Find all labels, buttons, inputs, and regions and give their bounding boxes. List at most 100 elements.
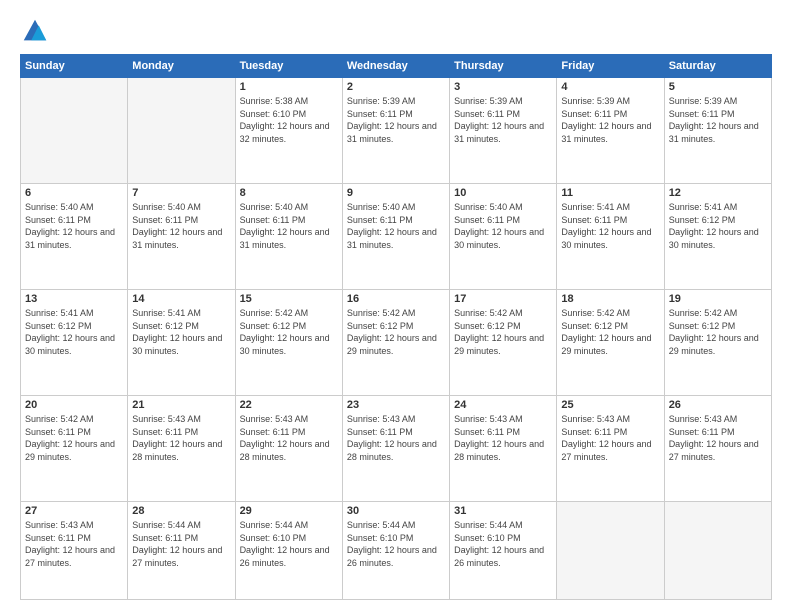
day-number: 19 — [669, 293, 767, 305]
day-number: 2 — [347, 81, 445, 93]
day-info: Sunrise: 5:43 AM Sunset: 6:11 PM Dayligh… — [561, 413, 659, 463]
logo-icon — [20, 16, 50, 46]
calendar-cell: 9 Sunrise: 5:40 AM Sunset: 6:11 PM Daylig… — [342, 184, 449, 290]
day-number: 25 — [561, 399, 659, 411]
day-number: 9 — [347, 187, 445, 199]
calendar-header-thursday: Thursday — [450, 55, 557, 78]
day-info: Sunrise: 5:40 AM Sunset: 6:11 PM Dayligh… — [25, 201, 123, 251]
page: SundayMondayTuesdayWednesdayThursdayFrid… — [0, 0, 792, 612]
day-number: 4 — [561, 81, 659, 93]
calendar-week-row: 13 Sunrise: 5:41 AM Sunset: 6:12 PM Dayli… — [21, 290, 772, 396]
day-info: Sunrise: 5:43 AM Sunset: 6:11 PM Dayligh… — [347, 413, 445, 463]
calendar-cell: 29 Sunrise: 5:44 AM Sunset: 6:10 PM Dayli… — [235, 502, 342, 600]
calendar-week-row: 20 Sunrise: 5:42 AM Sunset: 6:11 PM Dayli… — [21, 396, 772, 502]
day-number: 27 — [25, 505, 123, 517]
day-info: Sunrise: 5:43 AM Sunset: 6:11 PM Dayligh… — [132, 413, 230, 463]
calendar-cell: 15 Sunrise: 5:42 AM Sunset: 6:12 PM Dayli… — [235, 290, 342, 396]
day-info: Sunrise: 5:41 AM Sunset: 6:12 PM Dayligh… — [25, 307, 123, 357]
day-number: 6 — [25, 187, 123, 199]
day-info: Sunrise: 5:42 AM Sunset: 6:12 PM Dayligh… — [454, 307, 552, 357]
day-info: Sunrise: 5:42 AM Sunset: 6:12 PM Dayligh… — [561, 307, 659, 357]
calendar-cell: 28 Sunrise: 5:44 AM Sunset: 6:11 PM Dayli… — [128, 502, 235, 600]
calendar-cell: 1 Sunrise: 5:38 AM Sunset: 6:10 PM Daylig… — [235, 78, 342, 184]
day-number: 8 — [240, 187, 338, 199]
calendar-cell: 25 Sunrise: 5:43 AM Sunset: 6:11 PM Dayli… — [557, 396, 664, 502]
day-number: 21 — [132, 399, 230, 411]
day-number: 7 — [132, 187, 230, 199]
day-info: Sunrise: 5:38 AM Sunset: 6:10 PM Dayligh… — [240, 95, 338, 145]
calendar-week-row: 6 Sunrise: 5:40 AM Sunset: 6:11 PM Daylig… — [21, 184, 772, 290]
calendar-cell: 16 Sunrise: 5:42 AM Sunset: 6:12 PM Dayli… — [342, 290, 449, 396]
calendar-cell: 12Sunrise: 5:41 AM Sunset: 6:12 PM Dayli… — [664, 184, 771, 290]
calendar-week-row: 27 Sunrise: 5:43 AM Sunset: 6:11 PM Dayli… — [21, 502, 772, 600]
day-number: 23 — [347, 399, 445, 411]
calendar-cell: 7 Sunrise: 5:40 AM Sunset: 6:11 PM Daylig… — [128, 184, 235, 290]
day-info: Sunrise: 5:41 AM Sunset: 6:12 PM Dayligh… — [132, 307, 230, 357]
day-number: 11 — [561, 187, 659, 199]
calendar-cell: 13 Sunrise: 5:41 AM Sunset: 6:12 PM Dayli… — [21, 290, 128, 396]
calendar-header-friday: Friday — [557, 55, 664, 78]
calendar-header-wednesday: Wednesday — [342, 55, 449, 78]
calendar-cell: 8 Sunrise: 5:40 AM Sunset: 6:11 PM Daylig… — [235, 184, 342, 290]
header — [20, 16, 772, 46]
calendar-cell: 31 Sunrise: 5:44 AM Sunset: 6:10 PM Dayli… — [450, 502, 557, 600]
day-number: 1 — [240, 81, 338, 93]
day-info: Sunrise: 5:44 AM Sunset: 6:11 PM Dayligh… — [132, 519, 230, 569]
day-info: Sunrise: 5:40 AM Sunset: 6:11 PM Dayligh… — [132, 201, 230, 251]
calendar-header-saturday: Saturday — [664, 55, 771, 78]
day-info: Sunrise: 5:43 AM Sunset: 6:11 PM Dayligh… — [669, 413, 767, 463]
day-info: Sunrise: 5:42 AM Sunset: 6:11 PM Dayligh… — [25, 413, 123, 463]
calendar-header-row: SundayMondayTuesdayWednesdayThursdayFrid… — [21, 55, 772, 78]
day-info: Sunrise: 5:43 AM Sunset: 6:11 PM Dayligh… — [454, 413, 552, 463]
calendar-cell: 24Sunrise: 5:43 AM Sunset: 6:11 PM Dayli… — [450, 396, 557, 502]
calendar-cell: 10Sunrise: 5:40 AM Sunset: 6:11 PM Dayli… — [450, 184, 557, 290]
calendar-cell: 2 Sunrise: 5:39 AM Sunset: 6:11 PM Daylig… — [342, 78, 449, 184]
calendar-cell: 5 Sunrise: 5:39 AM Sunset: 6:11 PM Daylig… — [664, 78, 771, 184]
calendar-cell: 19 Sunrise: 5:42 AM Sunset: 6:12 PM Dayli… — [664, 290, 771, 396]
day-info: Sunrise: 5:43 AM Sunset: 6:11 PM Dayligh… — [240, 413, 338, 463]
calendar-cell: 17 Sunrise: 5:42 AM Sunset: 6:12 PM Dayli… — [450, 290, 557, 396]
day-number: 30 — [347, 505, 445, 517]
day-info: Sunrise: 5:39 AM Sunset: 6:11 PM Dayligh… — [347, 95, 445, 145]
day-info: Sunrise: 5:40 AM Sunset: 6:11 PM Dayligh… — [240, 201, 338, 251]
calendar-cell: 27 Sunrise: 5:43 AM Sunset: 6:11 PM Dayli… — [21, 502, 128, 600]
calendar-cell: 23 Sunrise: 5:43 AM Sunset: 6:11 PM Dayli… — [342, 396, 449, 502]
day-number: 15 — [240, 293, 338, 305]
calendar-header-sunday: Sunday — [21, 55, 128, 78]
day-info: Sunrise: 5:44 AM Sunset: 6:10 PM Dayligh… — [240, 519, 338, 569]
day-info: Sunrise: 5:40 AM Sunset: 6:11 PM Dayligh… — [347, 201, 445, 251]
calendar-table: SundayMondayTuesdayWednesdayThursdayFrid… — [20, 54, 772, 600]
day-info: Sunrise: 5:42 AM Sunset: 6:12 PM Dayligh… — [347, 307, 445, 357]
calendar-cell: 14Sunrise: 5:41 AM Sunset: 6:12 PM Dayli… — [128, 290, 235, 396]
day-info: Sunrise: 5:43 AM Sunset: 6:11 PM Dayligh… — [25, 519, 123, 569]
day-number: 28 — [132, 505, 230, 517]
day-info: Sunrise: 5:44 AM Sunset: 6:10 PM Dayligh… — [347, 519, 445, 569]
calendar-header-monday: Monday — [128, 55, 235, 78]
calendar-cell: 22Sunrise: 5:43 AM Sunset: 6:11 PM Dayli… — [235, 396, 342, 502]
calendar-cell — [557, 502, 664, 600]
day-info: Sunrise: 5:39 AM Sunset: 6:11 PM Dayligh… — [454, 95, 552, 145]
calendar-header-tuesday: Tuesday — [235, 55, 342, 78]
day-number: 5 — [669, 81, 767, 93]
day-number: 18 — [561, 293, 659, 305]
day-number: 13 — [25, 293, 123, 305]
calendar-cell — [664, 502, 771, 600]
day-number: 31 — [454, 505, 552, 517]
calendar-cell — [128, 78, 235, 184]
calendar-cell — [21, 78, 128, 184]
calendar-cell: 11Sunrise: 5:41 AM Sunset: 6:11 PM Dayli… — [557, 184, 664, 290]
day-number: 17 — [454, 293, 552, 305]
calendar-cell: 4 Sunrise: 5:39 AM Sunset: 6:11 PM Daylig… — [557, 78, 664, 184]
day-number: 3 — [454, 81, 552, 93]
day-info: Sunrise: 5:42 AM Sunset: 6:12 PM Dayligh… — [669, 307, 767, 357]
day-number: 20 — [25, 399, 123, 411]
day-number: 29 — [240, 505, 338, 517]
calendar-cell: 3 Sunrise: 5:39 AM Sunset: 6:11 PM Daylig… — [450, 78, 557, 184]
day-info: Sunrise: 5:42 AM Sunset: 6:12 PM Dayligh… — [240, 307, 338, 357]
day-info: Sunrise: 5:44 AM Sunset: 6:10 PM Dayligh… — [454, 519, 552, 569]
day-info: Sunrise: 5:39 AM Sunset: 6:11 PM Dayligh… — [561, 95, 659, 145]
day-number: 16 — [347, 293, 445, 305]
calendar-week-row: 1 Sunrise: 5:38 AM Sunset: 6:10 PM Daylig… — [21, 78, 772, 184]
day-info: Sunrise: 5:39 AM Sunset: 6:11 PM Dayligh… — [669, 95, 767, 145]
logo — [20, 16, 54, 46]
